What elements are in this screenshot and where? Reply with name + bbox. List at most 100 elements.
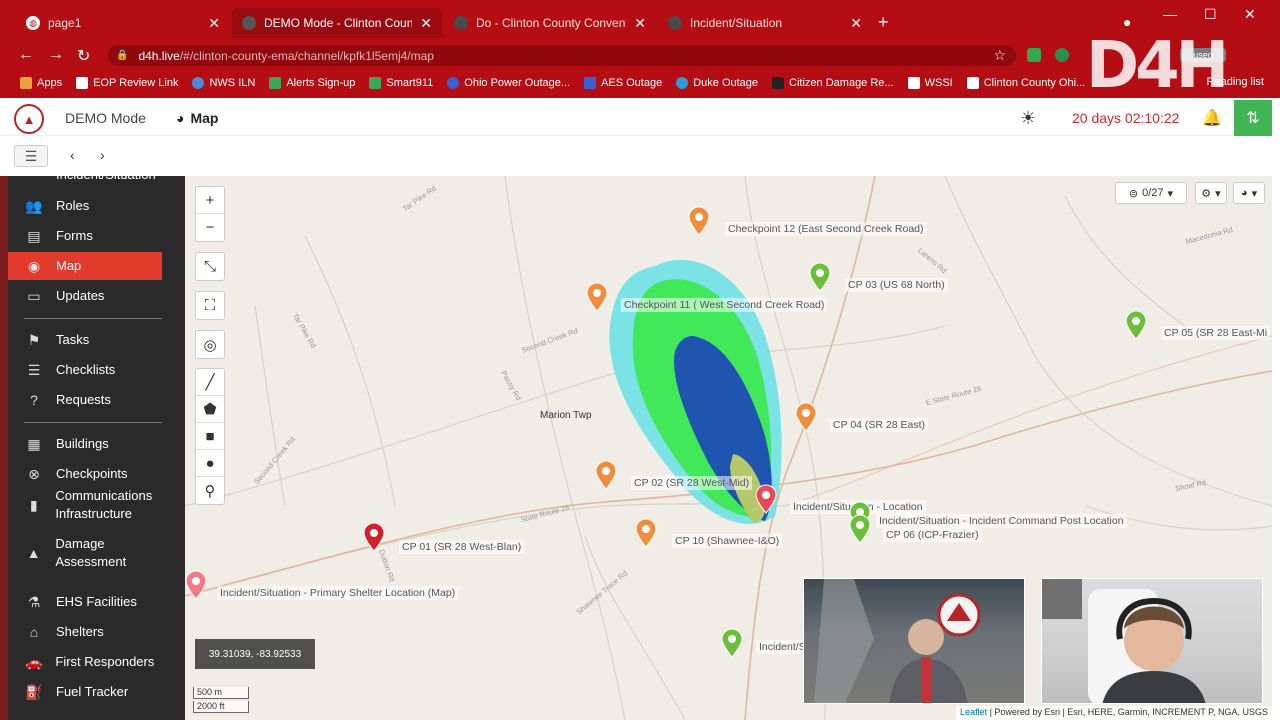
bookmark-eop[interactable]: EOP Review Link bbox=[76, 77, 178, 89]
map-marker-label[interactable]: Checkpoint 12 (East Second Creek Road) bbox=[725, 222, 927, 236]
fullscreen-icon[interactable]: ⛶ bbox=[196, 292, 224, 319]
basemap-dropdown[interactable]: ◕ ▾ bbox=[1233, 182, 1265, 204]
map-marker-pin[interactable] bbox=[721, 628, 743, 658]
minimize-icon[interactable]: — bbox=[1163, 6, 1177, 22]
close-tab-icon[interactable]: ✕ bbox=[634, 15, 646, 32]
sidebar-item-label: Fuel Tracker bbox=[56, 684, 129, 699]
maximize-icon[interactable]: ☐ bbox=[1204, 6, 1217, 23]
chevron-left-icon[interactable]: ‹ bbox=[70, 147, 75, 163]
map-marker-label[interactable]: CP 06 (ICP-Frazier) bbox=[883, 528, 982, 542]
draw-polygon-icon[interactable]: ⬟ bbox=[196, 396, 224, 423]
browser-tab-demo-mode[interactable]: DEMO Mode - Clinton County E ✕ bbox=[232, 8, 442, 38]
browser-tab-page1[interactable]: ◍ page1 ✕ bbox=[16, 8, 230, 38]
close-tab-icon[interactable]: ✕ bbox=[420, 15, 432, 32]
map-marker-label[interactable]: Incident/Situation - Incident Command Po… bbox=[876, 514, 1127, 528]
sidebar-item-map[interactable]: ◉ Map bbox=[8, 252, 162, 280]
close-window-icon[interactable]: ✕ bbox=[1244, 6, 1256, 23]
sidebar-item-label: First Responders bbox=[55, 654, 155, 669]
menu-toggle-button[interactable]: ☰ bbox=[14, 145, 48, 167]
map-marker-pin[interactable] bbox=[635, 518, 657, 548]
sidebar-item-first-responders[interactable]: 🚗 First Responders bbox=[8, 642, 162, 682]
bookmark-duke[interactable]: Duke Outage bbox=[676, 77, 758, 89]
leaflet-link[interactable]: Leaflet bbox=[960, 707, 987, 717]
bookmark-clinton[interactable]: Clinton County Ohi... bbox=[966, 77, 1085, 89]
map-marker-label[interactable]: Incident/S bbox=[756, 640, 809, 654]
browser-tab-convention[interactable]: Do - Clinton County Convention ✕ bbox=[444, 8, 656, 38]
sidebar-item-forms[interactable]: ▤ Forms bbox=[8, 222, 162, 250]
bookmark-apps[interactable]: Apps bbox=[20, 77, 62, 89]
fuel-icon: ⛽ bbox=[25, 683, 43, 700]
bookmark-icon bbox=[907, 77, 920, 89]
notifications-bell-icon[interactable]: 🔔 bbox=[1202, 108, 1222, 128]
draw-rectangle-icon[interactable]: ■ bbox=[196, 423, 224, 450]
bookmark-smart911[interactable]: Smart911 bbox=[369, 77, 433, 89]
locate-icon[interactable]: ◎ bbox=[196, 331, 224, 358]
bookmark-damage[interactable]: Citizen Damage Re... bbox=[772, 77, 894, 89]
measure-icon[interactable]: ⤡ bbox=[196, 253, 224, 280]
map-marker-pin[interactable] bbox=[755, 484, 777, 514]
zoom-out-button[interactable]: − bbox=[196, 214, 224, 241]
draw-marker-icon[interactable]: ⚲ bbox=[196, 477, 224, 504]
map-marker-label[interactable]: CP 04 (SR 28 East) bbox=[830, 418, 929, 432]
map-marker-pin[interactable] bbox=[185, 570, 207, 600]
map-marker-pin[interactable] bbox=[1125, 310, 1147, 340]
map-marker-label[interactable]: CP 03 (US 68 North) bbox=[845, 278, 948, 292]
map-marker-label[interactable]: CP 02 (SR 28 West-Mid) bbox=[631, 476, 753, 490]
ema-logo[interactable]: ▲ bbox=[14, 104, 44, 134]
layers-dropdown[interactable]: ⊜ 0/27 ▾ bbox=[1115, 182, 1187, 204]
extension-icon[interactable] bbox=[1055, 48, 1069, 62]
webcam-feed-2 bbox=[1041, 578, 1263, 704]
communications-icon: ▮ bbox=[29, 496, 38, 513]
sidebar-item-communications-infrastructure[interactable]: ▮ Communications Infrastructure bbox=[8, 485, 162, 525]
map-marker-label[interactable]: Checkpoint 11 ( West Second Creek Road) bbox=[621, 298, 828, 312]
sidebar-item-buildings[interactable]: ▦ Buildings bbox=[8, 430, 162, 458]
map-marker-pin[interactable] bbox=[849, 514, 871, 544]
chevron-right-icon[interactable]: › bbox=[100, 147, 105, 163]
bookmark-star-icon[interactable]: ☆ bbox=[993, 47, 1006, 64]
bookmark-aes[interactable]: AES Outage bbox=[584, 77, 662, 89]
sidebar-item-checklists[interactable]: ☰ Checklists bbox=[8, 356, 162, 384]
sync-icon[interactable]: ⇅ bbox=[1234, 100, 1272, 136]
sidebar-item-incident-partial[interactable]: Incident/Situation bbox=[8, 166, 162, 184]
map-marker-pin[interactable] bbox=[595, 460, 617, 490]
sidebar-item-roles[interactable]: 👥 Roles bbox=[8, 192, 162, 220]
bookmark-alerts[interactable]: Alerts Sign-up bbox=[269, 77, 355, 89]
close-tab-icon[interactable]: ✕ bbox=[208, 15, 220, 32]
map-marker-label[interactable]: CP 10 (Shawnee-I&O) bbox=[672, 534, 783, 548]
map-marker-label[interactable]: CP 05 (SR 28 East-Mi bbox=[1161, 326, 1271, 340]
new-tab-icon[interactable]: + bbox=[878, 12, 889, 33]
map-marker-pin[interactable] bbox=[809, 262, 831, 292]
close-tab-icon[interactable]: ✕ bbox=[850, 15, 862, 32]
sidebar-item-requests[interactable]: ? Requests bbox=[8, 386, 162, 414]
sidebar-item-tasks[interactable]: ⚑ Tasks bbox=[8, 326, 162, 354]
extension-icon[interactable] bbox=[1027, 48, 1041, 62]
bookmark-wssi[interactable]: WSSI bbox=[907, 77, 953, 89]
tab-title: Incident/Situation bbox=[690, 16, 783, 30]
roles-icon: 👥 bbox=[25, 197, 43, 214]
sidebar-item-checkpoints[interactable]: ⊗ Checkpoints bbox=[8, 460, 162, 488]
back-icon[interactable]: ← bbox=[18, 46, 34, 64]
bookmark-nws[interactable]: NWS ILN bbox=[192, 77, 255, 89]
map-marker-pin[interactable] bbox=[363, 522, 385, 552]
sidebar-item-ehs-facilities[interactable]: ⚗ EHS Facilities bbox=[8, 588, 162, 616]
sidebar-item-updates[interactable]: ▭ Updates bbox=[8, 282, 162, 310]
url-host: d4h.live bbox=[138, 48, 180, 63]
url-field[interactable]: 🔒 d4h.live /#/clinton-county-ema/channel… bbox=[108, 45, 1016, 66]
browser-tab-incident[interactable]: Incident/Situation ✕ bbox=[658, 8, 872, 38]
forward-icon[interactable]: → bbox=[48, 46, 64, 64]
map-marker-label[interactable]: CP 01 (SR 28 West-Blan) bbox=[399, 540, 525, 554]
zoom-in-button[interactable]: + bbox=[196, 187, 224, 214]
map-marker-pin[interactable] bbox=[586, 282, 608, 312]
map-marker-pin[interactable] bbox=[688, 206, 710, 236]
draw-line-icon[interactable]: ╱ bbox=[196, 369, 224, 396]
profile-icon[interactable]: ● bbox=[1123, 14, 1131, 30]
sidebar-item-damage-assessment[interactable]: ▲ Damage Assessment bbox=[8, 533, 162, 573]
bookmark-ohio-power[interactable]: Ohio Power Outage... bbox=[447, 77, 570, 89]
map-marker-label[interactable]: Incident/Situation - Primary Shelter Loc… bbox=[217, 586, 459, 600]
settings-dropdown[interactable]: ⚙ ▾ bbox=[1195, 182, 1227, 204]
theme-toggle-icon[interactable]: ☀ bbox=[1020, 108, 1036, 129]
sidebar-item-fuel-tracker[interactable]: ⛽ Fuel Tracker bbox=[8, 678, 162, 706]
reload-icon[interactable]: ↻ bbox=[77, 46, 90, 66]
draw-circle-icon[interactable]: ● bbox=[196, 450, 224, 477]
map-marker-pin[interactable] bbox=[795, 402, 817, 432]
